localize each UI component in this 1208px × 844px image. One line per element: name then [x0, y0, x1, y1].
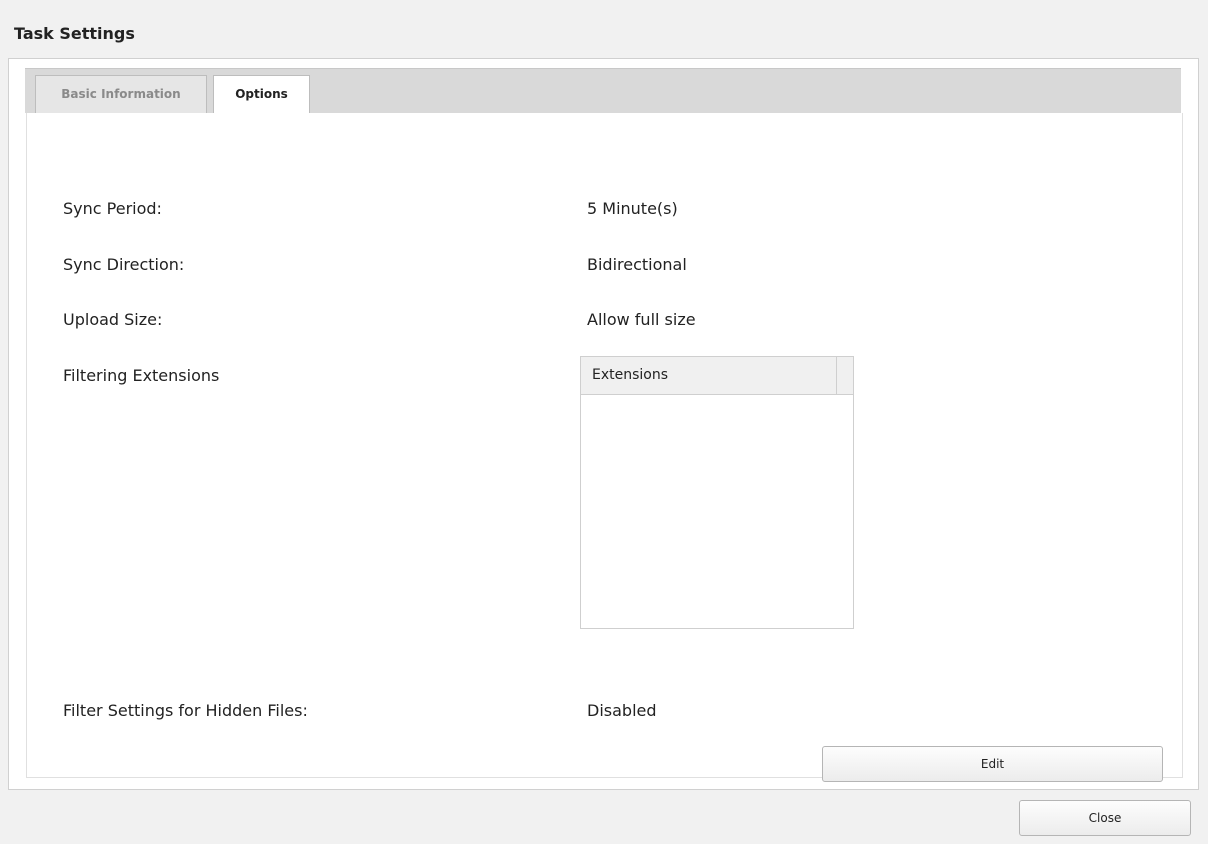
task-settings-dialog: Task Settings Basic Information Options … [0, 0, 1208, 844]
sync-period-value: 5 Minute(s) [587, 199, 678, 218]
dialog-title: Task Settings [14, 24, 135, 43]
close-button[interactable]: Close [1019, 800, 1191, 836]
upload-size-value: Allow full size [587, 310, 696, 329]
sync-period-label: Sync Period: [63, 199, 162, 218]
tab-basic-information[interactable]: Basic Information [35, 75, 207, 113]
extensions-grid[interactable]: Extensions [580, 356, 854, 629]
options-content: Sync Period: 5 Minute(s) Sync Direction:… [26, 113, 1183, 782]
hidden-files-filter-label: Filter Settings for Hidden Files: [63, 701, 308, 720]
sync-direction-label: Sync Direction: [63, 255, 185, 274]
edit-button[interactable]: Edit [822, 746, 1163, 782]
filtering-extensions-label: Filtering Extensions [63, 366, 220, 385]
tab-options[interactable]: Options [213, 75, 310, 114]
hidden-files-filter-value: Disabled [587, 701, 657, 720]
extensions-column-header[interactable]: Extensions [581, 357, 837, 395]
tab-strip: Basic Information Options [25, 68, 1181, 114]
sync-direction-value: Bidirectional [587, 255, 687, 274]
grid-header-filler [837, 357, 853, 395]
upload-size-label: Upload Size: [63, 310, 163, 329]
settings-panel: Basic Information Options Sync Period: 5… [8, 58, 1199, 790]
